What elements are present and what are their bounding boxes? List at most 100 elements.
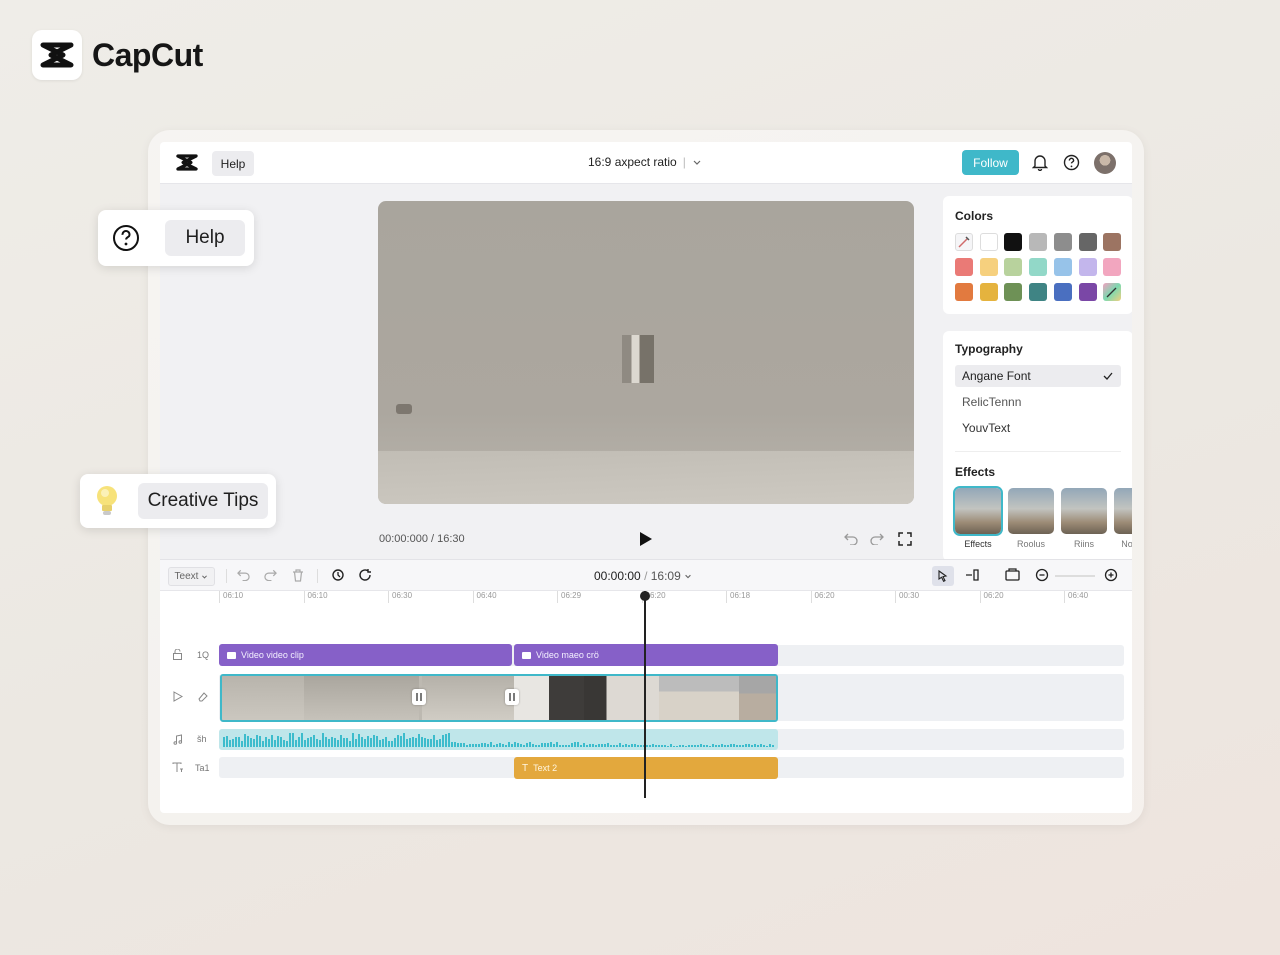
effect-thumbnail[interactable] — [955, 488, 1001, 534]
color-swatch[interactable] — [1053, 283, 1072, 301]
redo-icon[interactable] — [870, 533, 884, 545]
zoom-in-icon[interactable] — [1104, 568, 1118, 582]
color-swatch[interactable] — [979, 258, 998, 276]
waveform-bar — [451, 742, 453, 747]
gradient-swatch[interactable] — [1103, 283, 1122, 301]
color-swatch[interactable] — [1053, 258, 1072, 276]
effect-label: No — [1121, 539, 1132, 549]
color-swatch[interactable] — [1004, 233, 1023, 251]
bell-icon[interactable] — [1032, 154, 1048, 171]
text-clip[interactable]: T Text 2 — [514, 757, 778, 779]
waveform-bar — [223, 737, 225, 747]
font-option[interactable]: RelicTennn — [955, 391, 1121, 413]
color-swatch[interactable] — [1053, 233, 1072, 251]
waveform-bar — [361, 737, 363, 747]
clip-icon — [227, 651, 236, 659]
waveform-bar — [349, 741, 351, 747]
waveform-bar — [259, 736, 261, 747]
color-picker-swatch[interactable] — [955, 233, 973, 251]
play-track-icon[interactable] — [173, 691, 183, 702]
waveform-bar — [679, 745, 681, 747]
freeze-icon[interactable] — [331, 568, 345, 582]
text-type-select[interactable]: Teext — [168, 567, 215, 586]
user-avatar[interactable] — [1094, 152, 1116, 174]
waveform-bar — [469, 744, 471, 747]
transition-handle[interactable] — [505, 689, 519, 705]
video-preview[interactable] — [378, 201, 914, 504]
aspect-ratio-dropdown[interactable]: 16:9 axpect ratio | — [588, 155, 702, 169]
color-swatch[interactable] — [1029, 258, 1048, 276]
capcut-small-logo-icon[interactable] — [176, 154, 198, 171]
color-swatch[interactable] — [979, 283, 998, 301]
undo-icon[interactable] — [844, 533, 858, 545]
waveform-bar — [523, 745, 525, 747]
waveform-bar — [313, 735, 315, 747]
color-swatch[interactable] — [1029, 233, 1048, 251]
play-icon[interactable] — [639, 531, 653, 547]
color-swatch[interactable] — [955, 283, 973, 301]
help-circle-icon[interactable] — [1063, 154, 1080, 171]
fullscreen-icon[interactable] — [898, 532, 912, 546]
video-clip[interactable]: Video video clip — [219, 644, 512, 666]
waveform-bar — [607, 743, 609, 747]
delete-icon[interactable] — [292, 569, 304, 582]
help-callout-button[interactable]: Help — [165, 220, 245, 256]
effect-thumbnail[interactable] — [1114, 488, 1132, 534]
split-tool-icon[interactable] — [965, 568, 980, 582]
video-clip[interactable]: Video maeo crö — [514, 644, 778, 666]
creative-tips-card: Creative Tips — [80, 474, 276, 528]
waveform-bar — [418, 734, 420, 747]
playhead[interactable] — [644, 591, 646, 798]
media-icon[interactable] — [1005, 568, 1020, 581]
waveform-bar — [244, 734, 246, 747]
lock-icon[interactable] — [172, 649, 183, 660]
zoom-out-icon[interactable] — [1035, 568, 1049, 582]
waveform-bar — [355, 739, 357, 747]
waveform-bar — [727, 745, 729, 747]
preview-figure — [622, 335, 654, 383]
playhead-handle[interactable] — [640, 591, 650, 601]
video-filmstrip[interactable] — [220, 674, 778, 722]
font-option[interactable]: YouvText — [955, 417, 1121, 439]
help-button[interactable]: Help — [212, 151, 254, 176]
effect-thumbnail[interactable] — [1008, 488, 1054, 534]
color-swatch[interactable] — [979, 233, 998, 251]
color-swatch[interactable] — [1004, 283, 1023, 301]
color-swatch[interactable] — [1078, 258, 1097, 276]
waveform-bar — [703, 745, 705, 747]
color-swatch[interactable] — [1078, 283, 1097, 301]
waveform-bar — [352, 733, 354, 747]
color-swatch[interactable] — [1103, 233, 1122, 251]
waveform-bar — [694, 745, 696, 747]
effect-thumbnail[interactable] — [1061, 488, 1107, 534]
zoom-slider[interactable] — [1055, 575, 1095, 577]
music-note-icon[interactable] — [173, 734, 183, 745]
audio-clip-waveform[interactable] — [219, 729, 778, 750]
rotate-icon[interactable] — [358, 568, 372, 582]
redo-icon[interactable] — [264, 569, 277, 581]
waveform-bar — [262, 741, 264, 747]
color-swatch[interactable] — [1078, 233, 1097, 251]
color-swatch[interactable] — [1029, 283, 1048, 301]
select-tool-icon[interactable] — [932, 566, 954, 586]
follow-button[interactable]: Follow — [962, 150, 1019, 175]
eraser-icon[interactable] — [197, 691, 208, 702]
creative-tips-button[interactable]: Creative Tips — [138, 483, 268, 519]
track-label: šh — [197, 734, 207, 744]
color-swatch[interactable] — [1103, 258, 1122, 276]
text-tool-icon[interactable] — [172, 762, 184, 773]
waveform-bar — [478, 744, 480, 747]
waveform-bar — [445, 734, 447, 747]
clip-label: Video maeo crö — [536, 650, 599, 660]
color-swatch[interactable] — [1004, 258, 1023, 276]
waveform-bar — [367, 736, 369, 747]
waveform-bar — [556, 742, 558, 747]
waveform-bar — [757, 745, 759, 747]
transition-handle[interactable] — [412, 689, 426, 705]
undo-icon[interactable] — [237, 569, 250, 581]
ruler-tick-label: 06:20 — [810, 591, 835, 603]
waveform-bar — [427, 739, 429, 747]
color-swatch[interactable] — [955, 258, 973, 276]
font-option-selected[interactable]: Angane Font — [955, 365, 1121, 387]
waveform-bar — [439, 739, 441, 747]
